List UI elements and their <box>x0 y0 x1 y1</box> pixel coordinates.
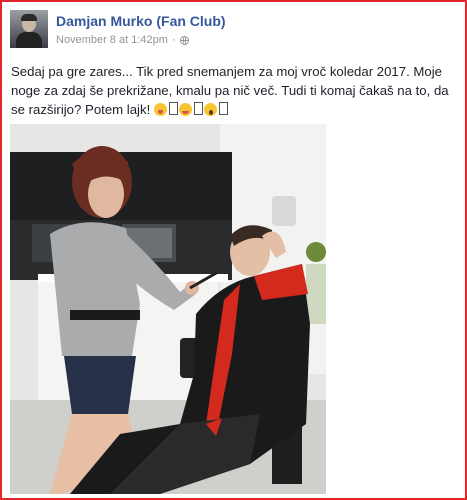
post-text: Sedaj pa gre zares... Tik pred snemanjem… <box>11 62 459 119</box>
missing-glyph-box <box>193 102 203 115</box>
author-name-link[interactable]: Damjan Murko (Fan Club) <box>56 13 226 29</box>
screaming-face-emoji <box>203 103 217 116</box>
missing-glyph-box <box>218 102 228 115</box>
post-photo[interactable] <box>10 124 326 494</box>
globe-icon[interactable] <box>179 35 189 45</box>
post-meta: November 8 at 1:42pm · <box>56 34 189 46</box>
post-body: Sedaj pa gre zares... Tik pred snemanjem… <box>11 64 449 117</box>
post-card: Damjan Murko (Fan Club) November 8 at 1:… <box>0 0 467 500</box>
meta-separator: · <box>171 34 176 46</box>
post-timestamp[interactable]: November 8 at 1:42pm <box>56 34 168 46</box>
missing-glyph-box <box>168 102 178 115</box>
author-avatar[interactable] <box>10 10 48 48</box>
squinting-tongue-emoji <box>153 103 167 116</box>
winking-tongue-emoji <box>178 103 192 116</box>
